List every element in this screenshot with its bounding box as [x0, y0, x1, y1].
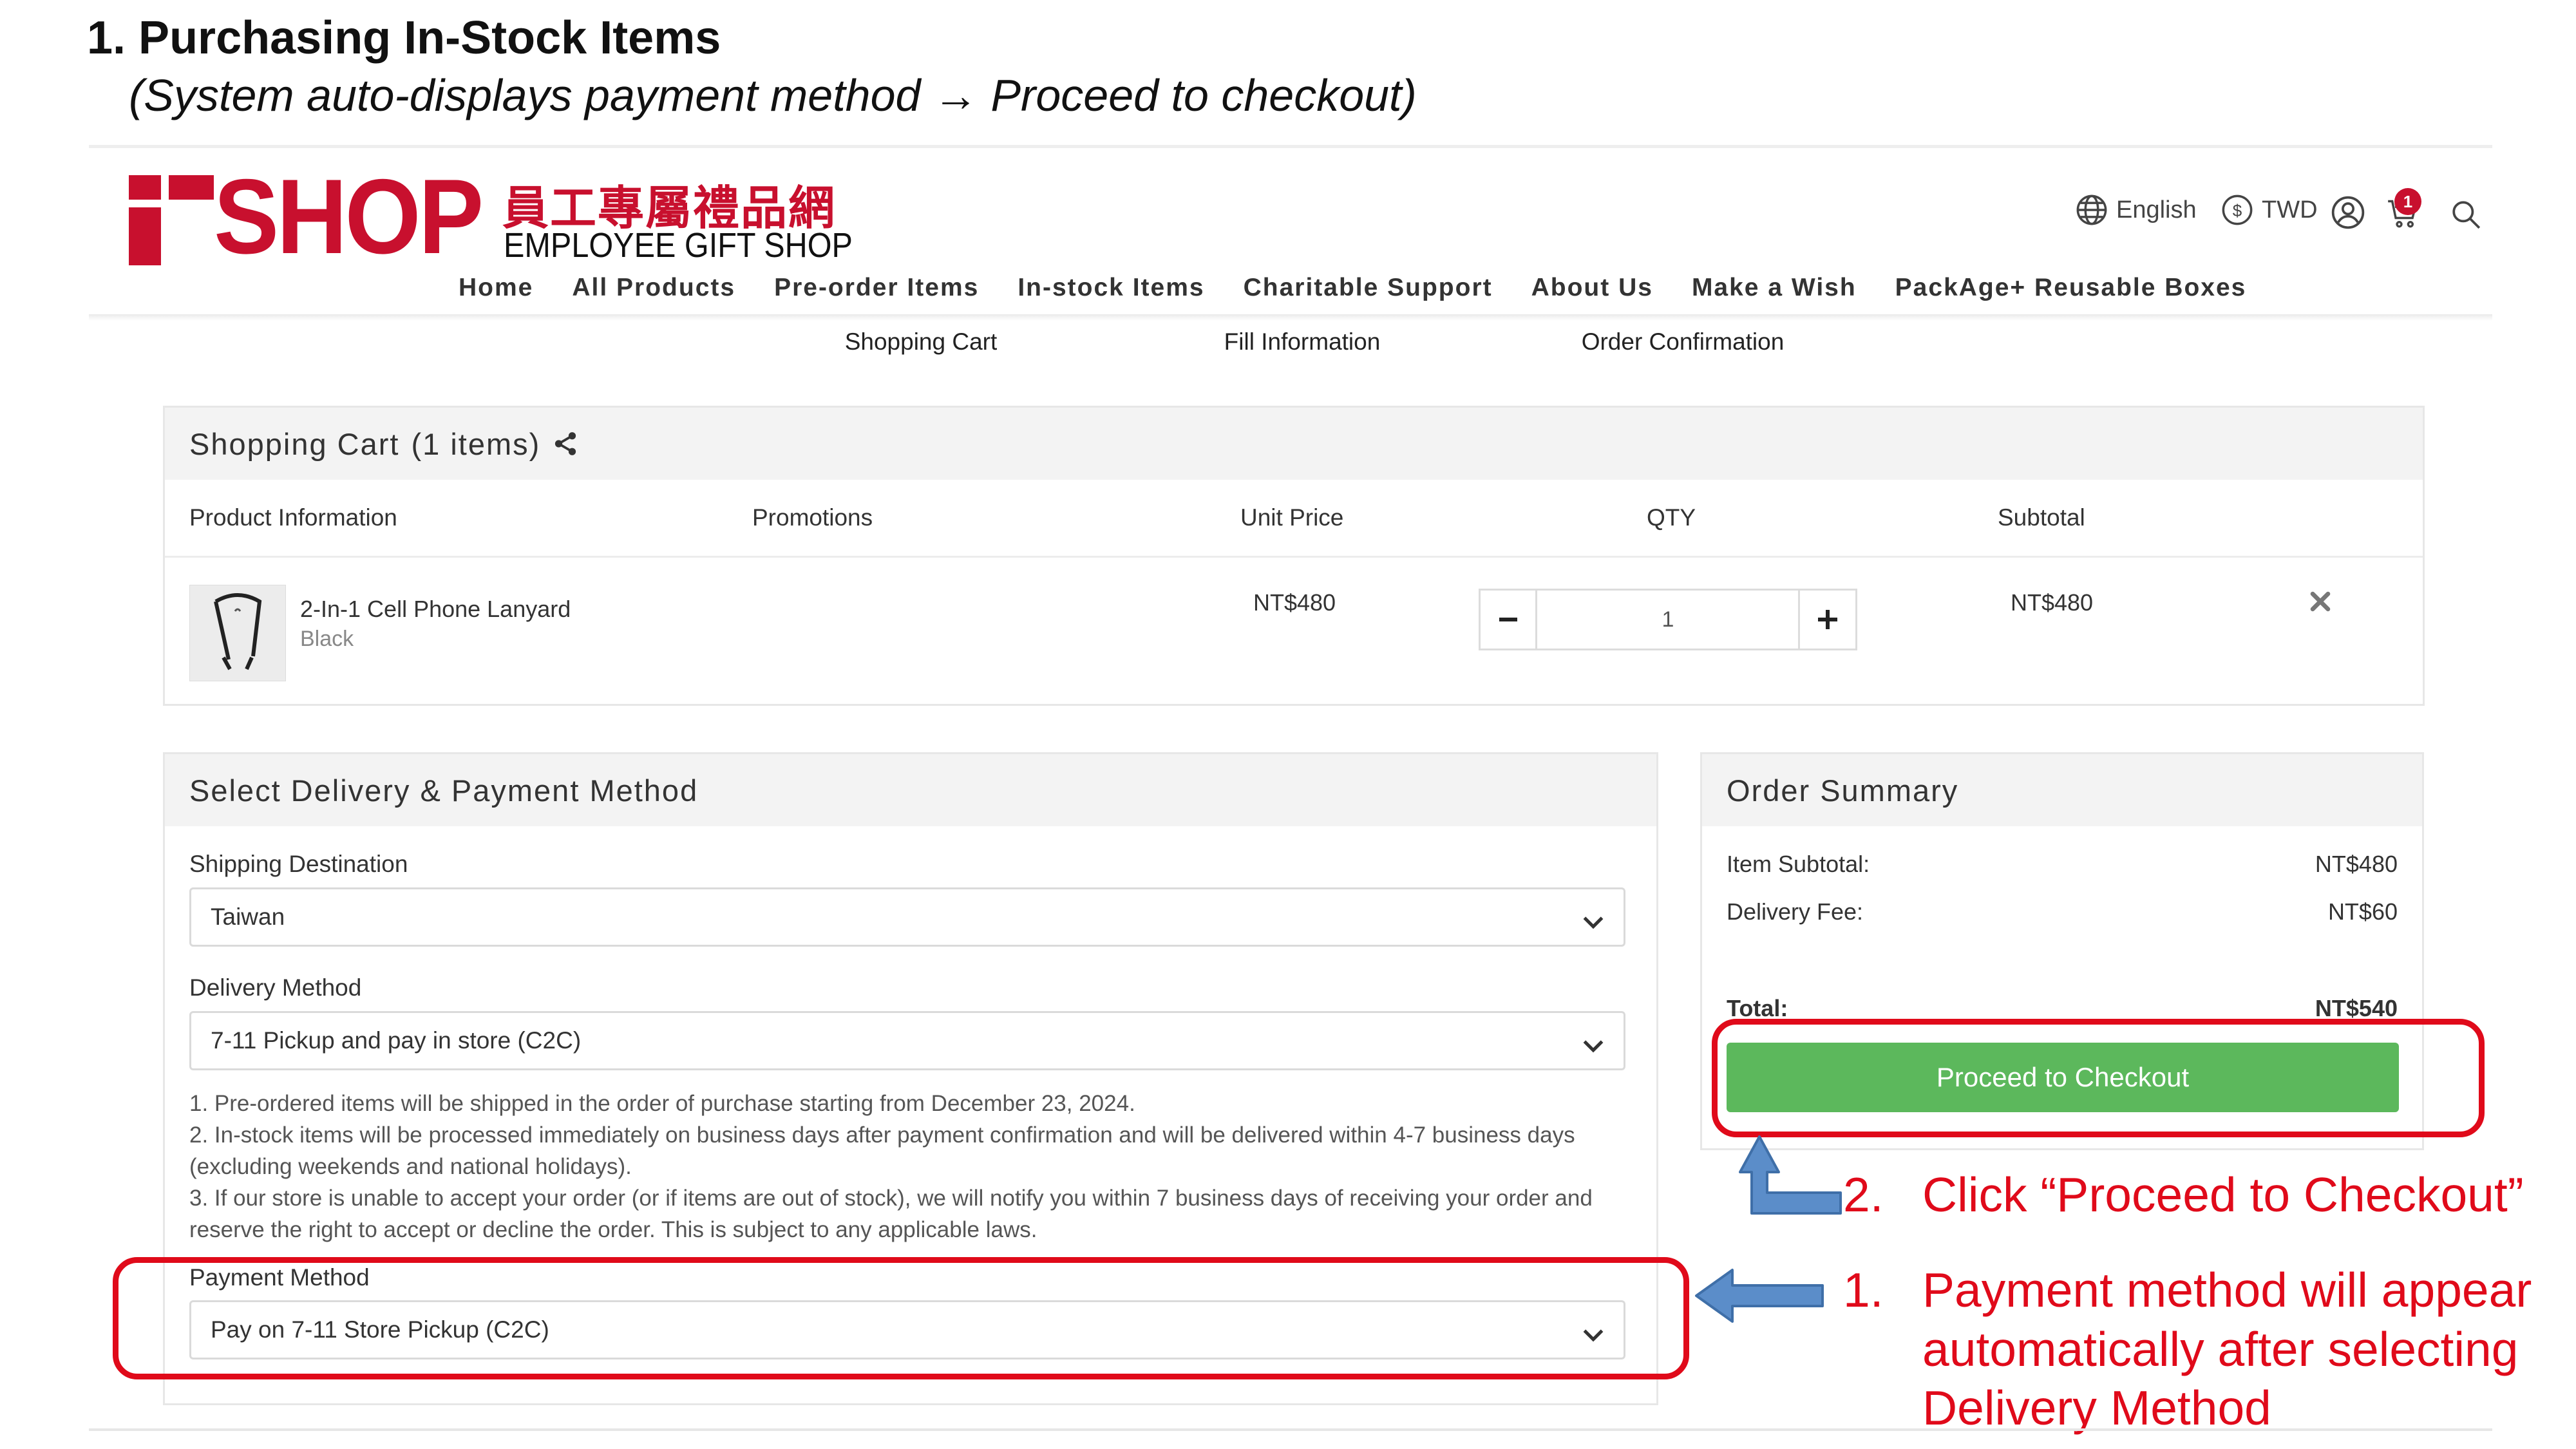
- cart-title: Shopping Cart: [189, 426, 400, 461]
- site-logo[interactable]: SHOP 員工專屬禮品網 EMPLOYEE GIFT SHOP: [129, 164, 853, 270]
- payment-method-highlight-box: [113, 1257, 1689, 1379]
- checkout-steps: Shopping Cart Fill Information Order Con…: [0, 328, 2576, 367]
- main-navigation: Home All Products Pre-order Items In-sto…: [459, 274, 2246, 302]
- column-header-product: Product Information: [189, 504, 397, 531]
- left-arrow-icon: [1694, 1266, 1826, 1329]
- shipping-destination-label: Shipping Destination: [189, 851, 408, 877]
- logo-wordmark: SHOP: [214, 157, 484, 276]
- product-variant: Black: [300, 627, 354, 651]
- item-subtotal-row: Item Subtotal: NT$480: [1727, 851, 2398, 878]
- cart-header-divider: [165, 556, 2423, 558]
- annotation-step1-line2: automatically after selecting: [1922, 1322, 2519, 1376]
- elbow-arrow-icon: [1732, 1133, 1848, 1220]
- nav-home[interactable]: Home: [459, 274, 533, 302]
- language-selector[interactable]: English: [2075, 193, 2197, 227]
- logo-i-dot: [129, 175, 161, 200]
- delivery-fee-row: Delivery Fee: NT$60: [1727, 898, 2398, 925]
- language-label: English: [2116, 196, 2197, 223]
- delivery-payment-header: Select Delivery & Payment Method: [165, 754, 1656, 826]
- delivery-note-3: 3. If our store is unable to accept your…: [189, 1186, 1593, 1242]
- qty-increase-button[interactable]: [1798, 589, 1857, 650]
- logo-i-stem: [129, 207, 161, 265]
- delivery-method-value: 7-11 Pickup and pay in store (C2C): [211, 1027, 582, 1054]
- chevron-down-icon: [1582, 1032, 1604, 1059]
- order-summary-header: Order Summary: [1702, 754, 2422, 826]
- dollar-circle-icon: $: [2221, 193, 2254, 227]
- annotation-step2-text: Click “Proceed to Checkout”: [1922, 1168, 2524, 1222]
- shipping-destination-value: Taiwan: [211, 904, 285, 930]
- delivery-payment-title: Select Delivery & Payment Method: [189, 773, 699, 808]
- delivery-notes: 1. Pre-ordered items will be shipped in …: [189, 1088, 1632, 1245]
- shopping-cart-panel: Shopping Cart (1 items) Product Informat…: [163, 406, 2425, 706]
- nav-all-products[interactable]: All Products: [572, 274, 735, 302]
- delivery-method-label: Delivery Method: [189, 974, 362, 1001]
- delivery-method-select[interactable]: 7-11 Pickup and pay in store (C2C): [189, 1011, 1625, 1070]
- chevron-down-icon: [1582, 909, 1604, 936]
- item-subtotal-value: NT$480: [2315, 851, 2398, 877]
- logo-i-cap: [169, 175, 214, 200]
- order-summary-title: Order Summary: [1727, 773, 1959, 808]
- column-header-subtotal: Subtotal: [1998, 504, 2085, 531]
- globe-icon: [2075, 193, 2108, 227]
- cart-count-badge: 1: [2394, 188, 2421, 215]
- cart-item-count: (1 items): [411, 426, 541, 461]
- total-label: Total:: [1727, 995, 1788, 1021]
- user-account-icon[interactable]: [2330, 194, 2366, 234]
- site-bottom-divider: [89, 1428, 2492, 1431]
- column-header-promotions: Promotions: [752, 504, 873, 531]
- product-thumbnail[interactable]: [189, 585, 286, 681]
- qty-input[interactable]: 1: [1535, 589, 1801, 650]
- column-header-qty: QTY: [1647, 504, 1696, 531]
- plus-icon: [1818, 610, 1837, 629]
- product-name[interactable]: 2-In-1 Cell Phone Lanyard: [300, 596, 571, 623]
- svg-text:$: $: [2233, 201, 2242, 220]
- site-top-divider: [89, 145, 2492, 148]
- delivery-fee-value: NT$60: [2327, 898, 2398, 925]
- search-icon[interactable]: [2450, 198, 2482, 234]
- subtotal-value: NT$480: [2011, 589, 2094, 616]
- checkout-highlight-box: [1712, 1019, 2485, 1137]
- total-value: NT$540: [2315, 995, 2398, 1021]
- delivery-note-1: 1. Pre-ordered items will be shipped in …: [189, 1091, 1135, 1116]
- step-order-confirmation: Order Confirmation: [1581, 328, 1785, 355]
- total-row: Total: NT$540: [1727, 995, 2398, 1022]
- qty-decrease-button[interactable]: [1479, 589, 1538, 650]
- annotation-step2-number: 2.: [1843, 1168, 1884, 1222]
- nav-charitable-support[interactable]: Charitable Support: [1244, 274, 1493, 302]
- minus-icon: [1499, 618, 1517, 621]
- qty-value: 1: [1662, 607, 1674, 632]
- shopping-cart-header: Shopping Cart (1 items): [165, 408, 2423, 480]
- share-icon[interactable]: [552, 430, 579, 457]
- nav-pre-order-items[interactable]: Pre-order Items: [774, 274, 979, 302]
- currency-selector[interactable]: $ TWD: [2221, 193, 2318, 227]
- step-shopping-cart: Shopping Cart: [844, 328, 998, 355]
- unit-price-value: NT$480: [1253, 589, 1336, 616]
- nav-package-reusable-boxes[interactable]: PackAge+ Reusable Boxes: [1895, 274, 2247, 302]
- shipping-destination-select[interactable]: Taiwan: [189, 887, 1625, 947]
- currency-label: TWD: [2262, 196, 2318, 223]
- delivery-fee-label: Delivery Fee:: [1727, 898, 1864, 925]
- nav-make-a-wish[interactable]: Make a Wish: [1692, 274, 1857, 302]
- step-fill-information: Fill Information: [1224, 328, 1381, 355]
- nav-in-stock-items[interactable]: In-stock Items: [1018, 274, 1204, 302]
- slide-title: 1. Purchasing In-Stock Items: [87, 12, 721, 64]
- remove-item-icon[interactable]: [2309, 591, 2331, 616]
- item-subtotal-label: Item Subtotal:: [1727, 851, 1870, 877]
- annotation-step1-line1: Payment method will appear: [1922, 1263, 2532, 1317]
- slide-subtitle: (System auto-displays payment method → P…: [129, 70, 1417, 120]
- column-header-unit-price: Unit Price: [1240, 504, 1344, 531]
- nav-about-us[interactable]: About Us: [1531, 274, 1653, 302]
- header-shadow: [89, 314, 2492, 321]
- annotation-step1-line3: Delivery Method: [1922, 1381, 2271, 1435]
- delivery-note-2: 2. In-stock items will be processed imme…: [189, 1122, 1575, 1179]
- annotation-step1-number: 1.: [1843, 1263, 1884, 1317]
- logo-english-text: EMPLOYEE GIFT SHOP: [504, 226, 853, 265]
